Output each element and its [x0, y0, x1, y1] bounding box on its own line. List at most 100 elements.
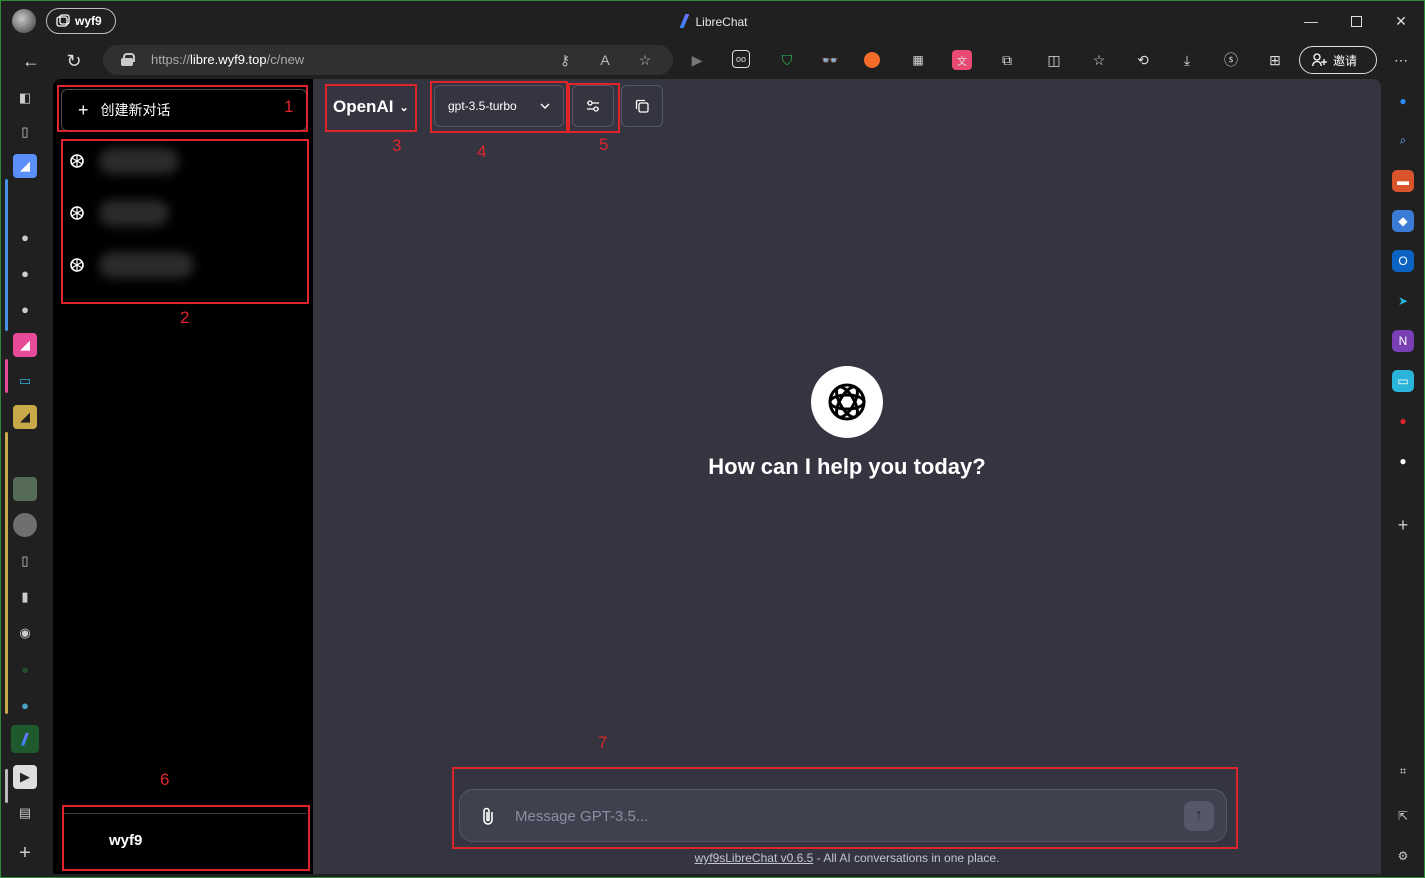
copilot-bell-icon[interactable]: ● — [1392, 90, 1414, 112]
librechat-app: + 创建新对话 wyf9 OpenAI ⌄ gpt-3.5-turbo How … — [53, 79, 1381, 874]
tab-page-icon[interactable]: ▯ — [13, 120, 37, 144]
annotation-box-1 — [57, 85, 308, 132]
translate-icon[interactable]: 文 — [952, 50, 972, 70]
browser-window: wyf9 LibreChat — ✕ ← ↻ https://libre.wyf… — [0, 0, 1425, 878]
tab-librechat-active-icon[interactable] — [11, 725, 39, 753]
annotation-number-7: 7 — [598, 733, 608, 752]
history-icon[interactable]: ⟲ — [1133, 50, 1153, 70]
tampermonkey-icon[interactable]: oo — [732, 50, 750, 68]
chat-main: OpenAI ⌄ gpt-3.5-turbo How can I help yo… — [313, 79, 1381, 874]
title-bar: wyf9 LibreChat — ✕ — [1, 1, 1425, 41]
invite-button[interactable]: 邀请 — [1299, 46, 1377, 74]
extensions-puzzle-icon[interactable]: ⧉ — [997, 50, 1017, 70]
favorite-star-icon[interactable]: ☆ — [635, 50, 655, 70]
workspace-icon — [56, 14, 70, 27]
profile-button[interactable]: wyf9 — [46, 8, 116, 34]
onenote-icon[interactable]: N — [1392, 330, 1414, 352]
profile-name: wyf9 — [75, 14, 102, 28]
tab-chat-icon[interactable]: ● — [13, 693, 37, 717]
weibo-icon[interactable]: ● — [1392, 410, 1414, 432]
github-icon[interactable]: ● — [13, 297, 37, 321]
bilibili-tab-icon[interactable]: ▭ — [13, 369, 37, 393]
tab-shield-icon[interactable]: ◉ — [13, 621, 37, 645]
play-icon[interactable]: ▶ — [687, 50, 707, 70]
collections-icon[interactable]: ⊞ — [1265, 50, 1285, 70]
tab-blue-icon[interactable]: ◢ — [13, 154, 37, 178]
annotation-box-6 — [62, 805, 310, 871]
tab-avatar-icon[interactable] — [13, 513, 37, 537]
annotation-box-7 — [452, 767, 1238, 849]
annotation-number-4: 4 — [477, 142, 487, 161]
tab-book-icon[interactable]: ▮ — [13, 585, 37, 609]
github-icon[interactable]: ● — [13, 261, 37, 285]
downloads-icon[interactable]: ⤓ — [1177, 50, 1197, 70]
tab-group-gray-bar — [5, 769, 8, 803]
footer: wyf9sLibreChat v0.6.5 - All AI conversat… — [313, 851, 1381, 865]
window-title: LibreChat — [1, 14, 1425, 29]
spy-extension-icon[interactable]: 👓 — [820, 50, 840, 70]
lock-icon — [121, 53, 135, 66]
send-plane-icon[interactable]: ➤ — [1392, 290, 1414, 312]
back-arrow-icon[interactable]: ← — [17, 47, 45, 75]
annotation-number-5: 5 — [599, 135, 609, 154]
tab-yellow-icon[interactable]: ◢ — [13, 405, 37, 429]
add-user-icon — [1312, 53, 1327, 67]
tab-pink-icon[interactable]: ◢ — [13, 333, 37, 357]
qr-code-icon[interactable]: ▦ — [908, 50, 928, 70]
new-tab-plus-icon[interactable]: + — [13, 841, 37, 865]
browser-essentials-icon[interactable]: ⓢ — [1221, 50, 1241, 70]
github-icon[interactable]: ● — [13, 225, 37, 249]
tab-page-icon[interactable]: ▯ — [13, 549, 37, 573]
tab-image-icon[interactable] — [13, 477, 37, 501]
add-sidebar-plus-icon[interactable]: + — [1392, 514, 1414, 536]
github-icon[interactable]: ● — [1392, 450, 1414, 472]
copilot-icon[interactable]: ◆ — [1392, 210, 1414, 232]
address-bar[interactable]: https://libre.wyf9.top/c/new ⚷ A ☆ — [103, 45, 673, 75]
search-icon[interactable]: ⌕ — [1392, 129, 1414, 151]
right-sidebar: ● ⌕ ▬ ◆ O ➤ N ▭ ● ● + ⌗ ⇱ ⚙ — [1381, 79, 1425, 878]
tools-icon[interactable]: ▬ — [1392, 170, 1414, 192]
tab-github-dark-icon[interactable]: ● — [13, 657, 37, 681]
read-aloud-icon[interactable]: A — [595, 50, 615, 70]
vertical-tabs: ◧ ▯ ◢ ● ● ● ◢ ▭ ◢ ▯ ▮ ◉ ● ● ▶ ▤ + — [1, 79, 53, 878]
favorites-icon[interactable]: ☆ — [1089, 50, 1109, 70]
shield-icon[interactable]: ⛉ — [777, 50, 797, 70]
annotation-number-6: 6 — [160, 770, 170, 789]
annotation-box-2 — [61, 139, 309, 304]
screenshot-icon[interactable]: ⌗ — [1392, 760, 1414, 782]
minimize-icon[interactable]: — — [1298, 8, 1324, 34]
address-row: ← ↻ https://libre.wyf9.top/c/new ⚷ A ☆ ▶… — [1, 41, 1425, 79]
annotation-box-5 — [568, 83, 620, 133]
close-icon[interactable]: ✕ — [1388, 8, 1414, 34]
split-screen-icon[interactable]: ◫ — [1044, 50, 1064, 70]
settings-gear-icon[interactable]: ⚙ — [1392, 845, 1414, 867]
tab-group-pink-bar — [5, 359, 8, 393]
annotation-number-3: 3 — [392, 136, 402, 155]
copy-icon — [635, 99, 649, 113]
key-icon[interactable]: ⚷ — [555, 50, 575, 70]
maximize-icon[interactable] — [1343, 8, 1369, 34]
openai-logo-icon — [811, 366, 883, 438]
browser-profile-avatar[interactable] — [12, 9, 36, 33]
annotation-box-4 — [430, 81, 568, 133]
refresh-icon[interactable]: ↻ — [60, 47, 88, 75]
tab-window-icon[interactable]: ▤ — [13, 801, 37, 825]
tab-actions-icon[interactable]: ◧ — [13, 86, 37, 110]
outlook-icon[interactable]: O — [1392, 250, 1414, 272]
annotation-number-1: 1 — [284, 97, 294, 116]
url-text[interactable]: https://libre.wyf9.top/c/new — [151, 52, 304, 67]
annotation-box-3 — [325, 84, 417, 132]
tab-group-yellow-bar — [5, 432, 8, 714]
annotation-number-2: 2 — [180, 308, 190, 327]
version-link[interactable]: wyf9sLibreChat v0.6.5 — [695, 851, 814, 865]
bilibili-icon[interactable]: ▭ — [1392, 370, 1414, 392]
greeting-heading: How can I help you today? — [708, 454, 986, 479]
tab-group-blue-bar — [5, 179, 8, 331]
librechat-logo-icon — [679, 14, 690, 28]
orange-extension-icon[interactable] — [864, 52, 880, 68]
footer-text: - All AI conversations in one place. — [813, 851, 1000, 865]
more-options-icon[interactable]: ⋯ — [1391, 50, 1411, 70]
open-external-icon[interactable]: ⇱ — [1392, 805, 1414, 827]
tab-play-icon[interactable]: ▶ — [13, 765, 37, 789]
save-preset-button[interactable] — [621, 85, 663, 127]
